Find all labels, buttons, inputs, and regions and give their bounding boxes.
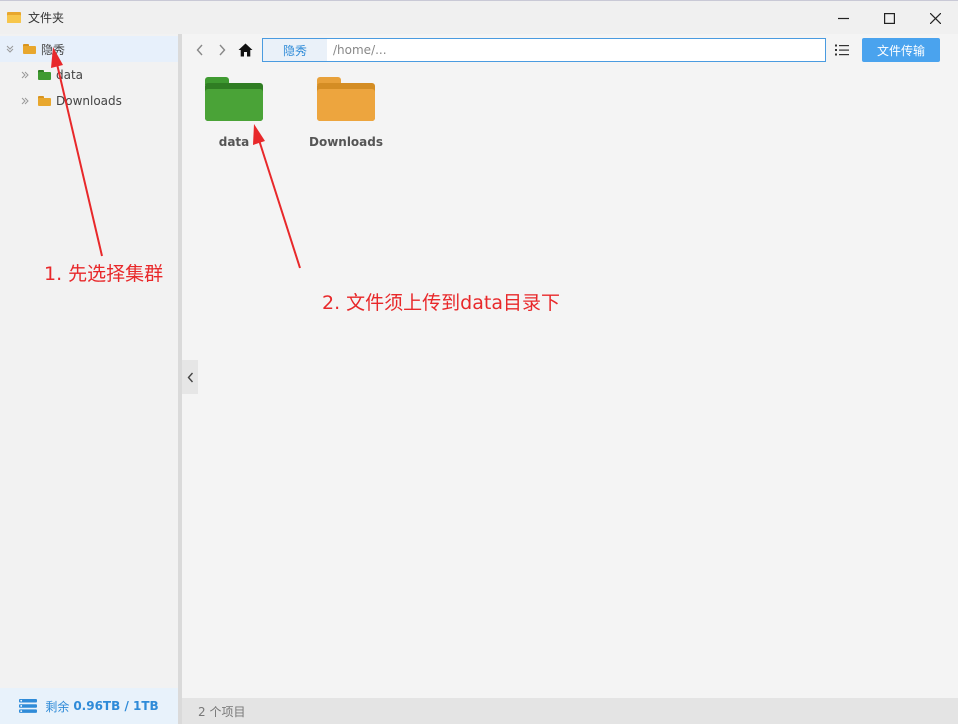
file-grid: data Downloads: [182, 67, 958, 698]
maximize-icon: [883, 12, 895, 24]
folder-icon: [317, 77, 375, 121]
chevron-right-icon[interactable]: [20, 70, 30, 80]
minimize-button[interactable]: [820, 1, 866, 35]
chevron-right-icon: [219, 44, 226, 56]
folder-name: data: [218, 135, 250, 149]
server-icon: [19, 699, 38, 713]
chevron-down-icon[interactable]: [5, 44, 15, 54]
folder-item-data[interactable]: data: [194, 75, 274, 155]
tree-item-cluster[interactable]: 隐秀: [0, 36, 178, 62]
home-icon: [238, 43, 252, 57]
chevron-left-icon: [196, 44, 203, 56]
annotation-step-2: 2. 文件须上传到data目录下: [322, 292, 560, 314]
window-title: 文件夹: [28, 11, 65, 25]
maximize-button[interactable]: [866, 1, 912, 35]
storage-label: 剩余: [45, 699, 70, 714]
storage-indicator: 剩余 0.96TB / 1TB: [0, 688, 178, 724]
folder-item-downloads[interactable]: Downloads: [306, 75, 386, 155]
chevron-right-icon[interactable]: [20, 96, 30, 106]
folder-icon: [23, 44, 36, 54]
annotation-step-1: 1. 先选择集群: [44, 263, 164, 285]
list-view-button[interactable]: [834, 42, 850, 58]
back-button[interactable]: [192, 42, 208, 58]
home-button[interactable]: [237, 42, 253, 58]
tree-item-data[interactable]: data: [0, 62, 178, 88]
list-icon: [835, 44, 849, 56]
close-icon: [929, 12, 941, 24]
close-button[interactable]: [912, 1, 958, 35]
window-controls: [820, 1, 958, 35]
sidebar: 隐秀 data Downloads 剩余 0.96TB / 1TB: [0, 34, 178, 724]
toolbar: 隐秀 文件传输: [182, 34, 958, 67]
tree-item-label: data: [56, 68, 84, 82]
folder-icon: [205, 77, 263, 121]
forward-button[interactable]: [214, 42, 230, 58]
path-input[interactable]: [327, 39, 825, 61]
folder-icon: [38, 96, 51, 106]
file-transfer-button[interactable]: 文件传输: [862, 38, 940, 62]
tree-item-label: 隐秀: [41, 42, 66, 57]
status-bar: 2 个项目: [182, 698, 958, 724]
minimize-icon: [837, 17, 849, 19]
collapse-sidebar-button[interactable]: [182, 360, 198, 394]
folder-icon: [38, 70, 51, 80]
tree-item-downloads[interactable]: Downloads: [0, 88, 178, 114]
breadcrumb-root[interactable]: 隐秀: [263, 39, 327, 61]
tree-item-label: Downloads: [56, 94, 122, 108]
folder-app-icon: [7, 12, 21, 23]
path-bar: 隐秀: [262, 38, 826, 62]
title-bar: 文件夹: [0, 0, 958, 34]
item-count: 2 个项目: [198, 704, 246, 719]
storage-value: 0.96TB / 1TB: [73, 699, 159, 713]
chevron-left-icon: [187, 372, 193, 382]
folder-name: Downloads: [308, 135, 384, 149]
